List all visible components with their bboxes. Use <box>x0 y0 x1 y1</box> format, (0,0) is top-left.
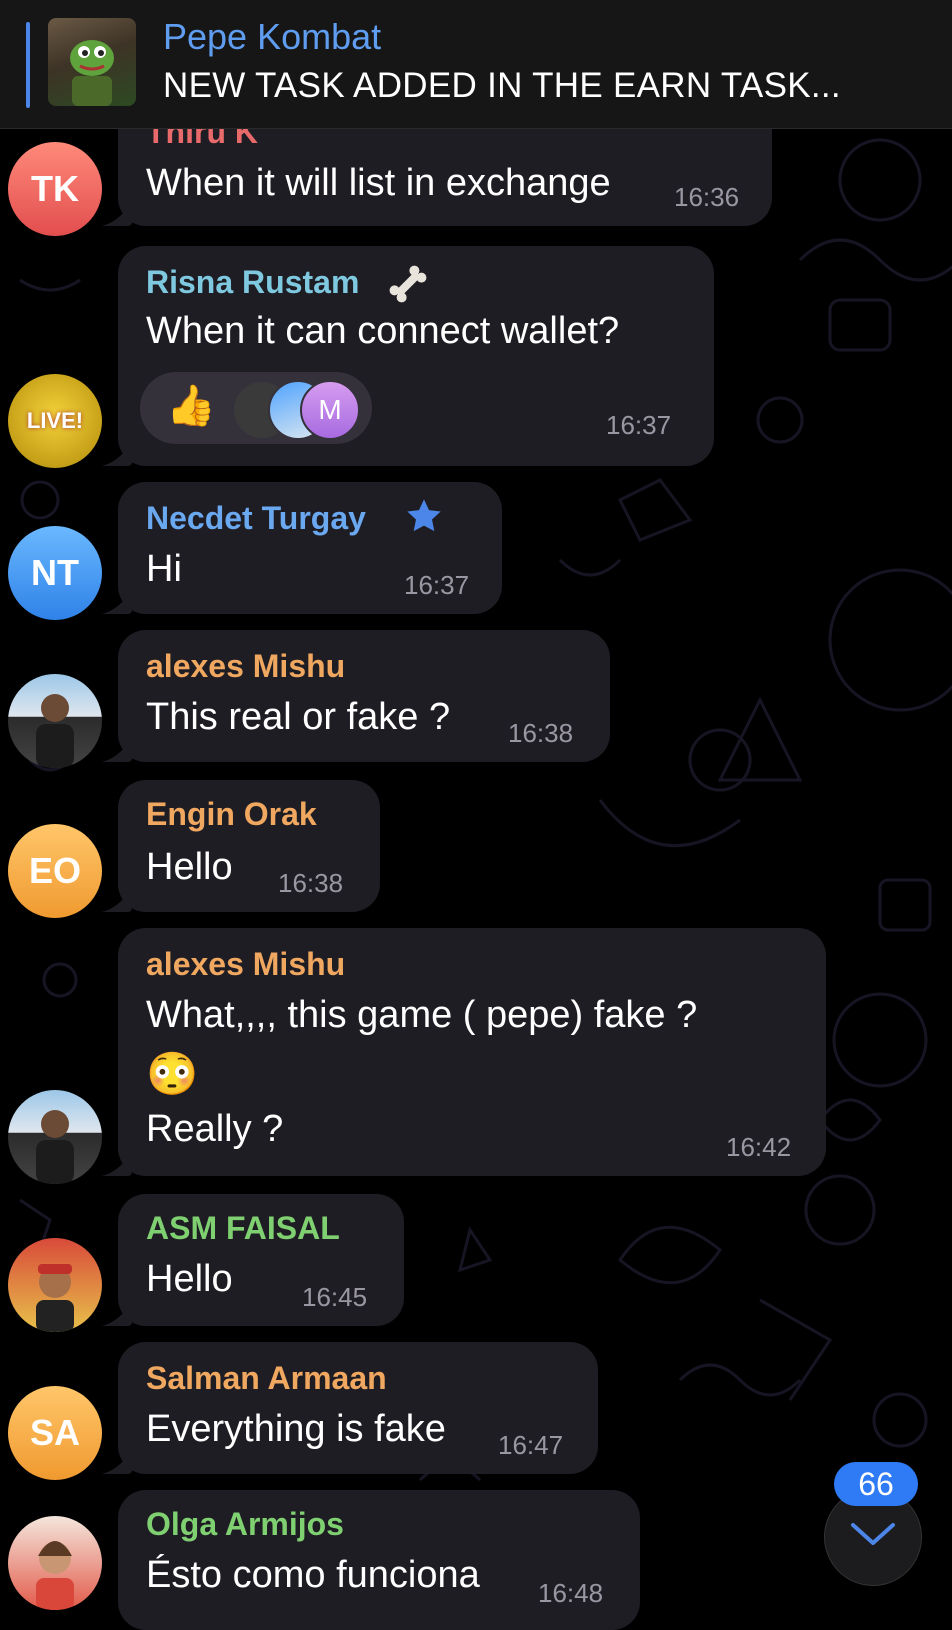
reactions-bar[interactable]: 👍 M <box>140 372 372 444</box>
message-bubble[interactable]: Salman Armaan Everything is fake 16:47 <box>118 1342 598 1474</box>
message-sender: Olga Armijos <box>146 1506 344 1542</box>
pinned-title: Pepe Kombat <box>163 16 382 57</box>
avatar[interactable]: EO <box>8 824 102 918</box>
message-bubble[interactable]: ASM FAISAL Hello 16:45 <box>118 1194 404 1326</box>
pinned-message-bar[interactable]: Pepe Kombat NEW TASK ADDED IN THE EARN T… <box>0 0 952 129</box>
unread-count-badge: 66 <box>834 1462 918 1506</box>
message-sender: Salman Armaan <box>146 1360 387 1396</box>
message-text: This real or fake ? <box>146 696 451 738</box>
message-time: 16:42 <box>726 1132 792 1162</box>
avatar-label: LIVE! <box>26 408 84 433</box>
message-text: Hello <box>146 1258 233 1300</box>
message-text: When it can connect wallet? <box>146 310 620 352</box>
avatar[interactable] <box>8 1238 102 1332</box>
message-time: 16:47 <box>498 1430 564 1460</box>
message-bubble[interactable]: Olga Armijos Ésto como funciona 16:48 <box>118 1490 640 1630</box>
message-bubble[interactable]: Necdet Turgay Hi 16:37 <box>118 482 502 614</box>
message-time: 16:36 <box>674 182 740 212</box>
avatar[interactable]: SA <box>8 1386 102 1480</box>
avatar[interactable] <box>8 1090 102 1184</box>
avatar[interactable] <box>8 1516 102 1610</box>
message-text-line: What,,,, this game ( pepe) fake ? <box>146 994 698 1036</box>
pinned-thumbnail <box>48 18 136 106</box>
message-text: When it will list in exchange <box>146 162 611 204</box>
avatar[interactable]: NT <box>8 526 102 620</box>
message-sender: Necdet Turgay <box>146 500 366 536</box>
avatar[interactable]: TK <box>8 142 102 236</box>
message-time: 16:45 <box>302 1282 368 1312</box>
pinned-indicator <box>26 22 30 108</box>
thumbs-up-reaction[interactable]: 👍 <box>166 382 216 429</box>
message-time: 16:37 <box>404 570 470 600</box>
message-time: 16:48 <box>538 1578 604 1608</box>
message-bubble[interactable]: alexes Mishu This real or fake ? 16:38 <box>118 630 610 762</box>
avatar[interactable] <box>8 674 102 768</box>
pinned-text: NEW TASK ADDED IN THE EARN TASK... <box>163 66 841 105</box>
avatar[interactable]: LIVE! <box>8 374 102 468</box>
message-text: Everything is fake <box>146 1408 446 1450</box>
message-text-line: Really ? <box>146 1108 284 1150</box>
message-sender: Risna Rustam <box>146 264 360 300</box>
message-sender: alexes Mishu <box>146 648 346 684</box>
message-time: 16:38 <box>278 868 344 898</box>
message-bubble[interactable]: Risna Rustam When it can connect wallet?… <box>118 246 714 466</box>
flushed-emoji: 😳 <box>146 1050 199 1097</box>
message-sender: alexes Mishu <box>146 946 346 982</box>
reactor-avatar: M <box>300 380 360 440</box>
message-text: Hi <box>146 548 182 590</box>
message-sender: Engin Orak <box>146 796 317 832</box>
message-bubble[interactable]: Engin Orak Hello 16:38 <box>118 780 380 912</box>
bone-icon <box>386 262 430 311</box>
message-time: 16:37 <box>606 410 672 440</box>
star-icon <box>404 496 444 541</box>
message-sender: ASM FAISAL <box>146 1210 340 1246</box>
message-text: Hello <box>146 846 233 888</box>
message-bubble[interactable]: alexes Mishu What,,,, this game ( pepe) … <box>118 928 826 1176</box>
message-text: Ésto como funciona <box>146 1554 480 1596</box>
chevron-down-icon <box>849 1519 897 1554</box>
message-time: 16:38 <box>508 718 574 748</box>
